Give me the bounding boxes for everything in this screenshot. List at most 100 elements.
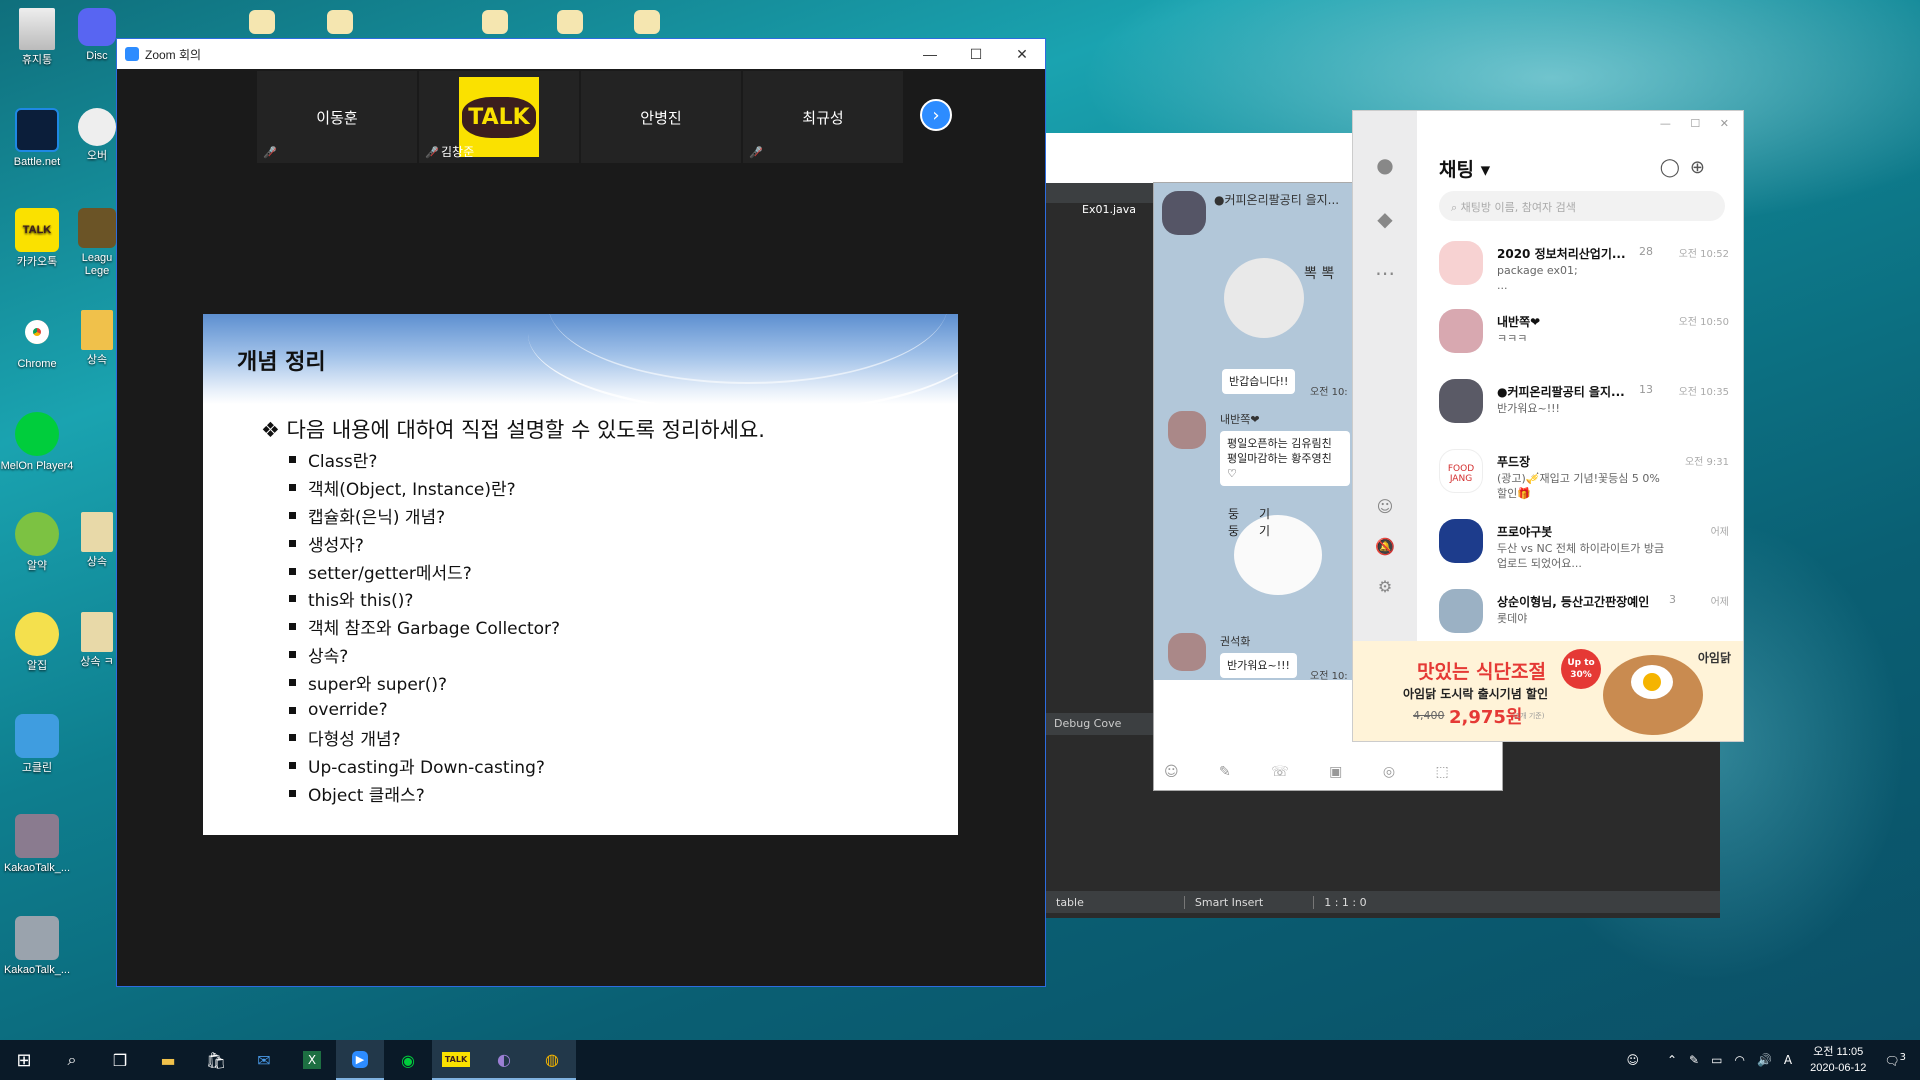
kakao-window-controls[interactable]: — ☐ ✕ xyxy=(1660,117,1737,130)
more-icon[interactable]: ⋯ xyxy=(1372,261,1398,287)
notification-icon: 🗨 xyxy=(1884,1054,1900,1068)
file-icon xyxy=(81,612,113,652)
chat-time: 오전 10:52 xyxy=(1678,249,1729,260)
slide-item: Class란? xyxy=(289,446,560,474)
participant-name: 이동훈 xyxy=(316,108,358,127)
start-button[interactable]: ⊞ xyxy=(0,1040,48,1080)
desktop-file-3[interactable] xyxy=(480,10,510,38)
taskbar-eclipse[interactable]: ◐ xyxy=(480,1040,528,1080)
search-button[interactable]: ⌕ xyxy=(48,1040,96,1080)
chevron-right-icon: › xyxy=(932,104,940,126)
next-page-button[interactable]: › xyxy=(920,99,952,131)
desktop-file-1[interactable] xyxy=(247,10,277,38)
clock[interactable]: 오전 11:05 2020-06-12 xyxy=(1798,1044,1878,1076)
wifi-icon[interactable]: ◠ xyxy=(1728,1053,1750,1067)
taskbar-mail[interactable]: ✉ xyxy=(240,1040,288,1080)
close-button[interactable]: ✕ xyxy=(999,46,1045,63)
chat-list-item[interactable]: 2020 정보처리산업기... 28 오전 10:52 package ex01… xyxy=(1439,241,1729,311)
chat-icon[interactable]: ◆ xyxy=(1372,207,1398,233)
search-icon: ⌕ xyxy=(67,1050,77,1069)
chevron-up-icon[interactable]: ⌃ xyxy=(1661,1053,1683,1067)
image-file-icon xyxy=(15,916,59,960)
message-bubble: 평일오픈하는 김유림친 평일마감하는 황주영친 ♡ xyxy=(1220,431,1350,486)
taskbar-store[interactable]: 🛍 xyxy=(192,1040,240,1080)
taskbar-excel[interactable]: X xyxy=(288,1040,336,1080)
chat-list-item[interactable]: 내반쪽❤ 오전 10:50 ㅋㅋㅋ xyxy=(1439,309,1729,379)
chat-list-item[interactable]: 프로야구봇 어제 두산 vs NC 전체 하이라이트가 방금 업로드 되었어요.… xyxy=(1439,519,1729,589)
taskbar-chrome[interactable]: ◍ xyxy=(528,1040,576,1080)
desktop-icon-chrome[interactable]: Chrome xyxy=(0,310,77,371)
chat-list-item[interactable]: FOOD JANG 푸드장 오전 9:31 (광고)🎺재입고 기념!꽃등심 5 … xyxy=(1439,449,1729,519)
taskbar-kakaotalk[interactable]: TALK xyxy=(432,1040,480,1080)
ad-subtitle: 아임닭 도시락 출시기념 할인 xyxy=(1403,687,1549,701)
slide-item: super와 super()? xyxy=(289,668,560,696)
desktop-icon-file-2[interactable]: 상속 ㅋ xyxy=(72,612,122,669)
open-chat-icon[interactable]: ◯ xyxy=(1660,157,1690,178)
tray-app-icon[interactable]: ✎ xyxy=(1683,1053,1705,1067)
desktop-icon-goclean[interactable]: 고클린 xyxy=(0,714,77,775)
desktop-icon-discord[interactable]: Disc xyxy=(72,8,122,63)
volume-icon[interactable]: 🔊 xyxy=(1751,1053,1778,1067)
message-bubble: 반가워요~!!! xyxy=(1220,653,1297,678)
battery-icon[interactable]: ▭ xyxy=(1705,1053,1728,1067)
ime-indicator[interactable]: A xyxy=(1778,1053,1798,1067)
desktop-icon-alzip[interactable]: 알집 xyxy=(0,612,77,673)
desktop-icon-kakaotalk-image-2[interactable]: KakaoTalk_... xyxy=(0,916,77,977)
settings-icon[interactable]: ⚙ xyxy=(1372,577,1398,603)
ad-banner[interactable]: 맛있는 식단조절 아임닭 도시락 출시기념 할인 4,400 2,975원 (1… xyxy=(1353,641,1743,741)
chat-member-count: 13 xyxy=(1639,383,1653,396)
alyac-icon xyxy=(15,512,59,556)
melon-icon xyxy=(15,412,59,456)
eclipse-editor-tab[interactable]: Ex01.java xyxy=(1082,203,1136,216)
chat-member-count: 28 xyxy=(1639,245,1653,258)
minimize-button[interactable]: — xyxy=(907,46,953,63)
participant-tile[interactable]: 이동훈 🎤̸ xyxy=(257,71,417,163)
overwatch-icon xyxy=(78,108,116,146)
chat-input-toolbar[interactable]: ☺ ✎ ☏ ▣ ◎ ⬚ xyxy=(1164,764,1467,780)
participant-tile[interactable]: TALK 🎤̸ 김창준 xyxy=(419,71,579,163)
sender-name: 내반쪽❤ xyxy=(1220,413,1260,426)
notification-off-icon[interactable]: 🔕 xyxy=(1372,537,1398,563)
desktop-icon-kakaotalk[interactable]: TALK 카카오톡 xyxy=(0,208,77,269)
notification-button[interactable]: 🗨3 xyxy=(1878,1052,1920,1068)
task-view-button[interactable]: ❒ xyxy=(96,1040,144,1080)
friends-icon[interactable]: ● xyxy=(1372,153,1398,179)
desktop-file-2[interactable] xyxy=(325,10,355,38)
desktop-icon-battlenet[interactable]: Battle.net xyxy=(0,108,77,169)
sender-name: 권석화 xyxy=(1220,635,1251,648)
slide-lead: ❖ 다음 내용에 대하여 직접 설명할 수 있도록 정리하세요. xyxy=(261,418,765,442)
participant-tile[interactable]: 안병진 xyxy=(581,71,741,163)
kakaotalk-window[interactable]: ● ◆ ⋯ ☺ 🔕 ⚙ — ☐ ✕ 채팅 ▾ ◯⊕ ⌕ 채팅방 이름, 참여자 … xyxy=(1352,110,1744,742)
file-icon xyxy=(81,512,113,552)
message-bubble: 반갑습니다!! xyxy=(1222,369,1296,394)
emoticon-icon[interactable]: ☺ xyxy=(1372,497,1398,523)
participant-strip: 이동훈 🎤̸ TALK 🎤̸ 김창준 안병진 최규성 🎤̸ xyxy=(257,71,903,163)
desktop-icon-melon[interactable]: MelOn Player4 xyxy=(0,412,77,473)
desktop-icon-alyac[interactable]: 알약 xyxy=(0,512,77,573)
desktop-icon-overwatch[interactable]: 오버 xyxy=(72,108,122,163)
participant-tile[interactable]: 최규성 🎤̸ xyxy=(743,71,903,163)
maximize-button[interactable]: ☐ xyxy=(953,46,999,63)
chat-header-icons[interactable]: ◯⊕ xyxy=(1660,157,1715,178)
slide-item: 객체(Object, Instance)란? xyxy=(289,474,560,502)
desktop-file-5[interactable] xyxy=(632,10,662,38)
desktop-icon-kakaotalk-image-1[interactable]: KakaoTalk_... xyxy=(0,814,77,875)
chat-search-input[interactable]: ⌕ 채팅방 이름, 참여자 검색 xyxy=(1439,191,1725,221)
taskbar-melon[interactable]: ◉ xyxy=(384,1040,432,1080)
zoom-window[interactable]: Zoom 회의 — ☐ ✕ 이동훈 🎤̸ TALK 🎤̸ 김창준 안병진 최규성… xyxy=(116,38,1046,987)
desktop-icon-folder[interactable]: 상속 xyxy=(72,310,122,367)
desktop-icon-file[interactable]: 상속 xyxy=(72,512,122,569)
new-chat-icon[interactable]: ⊕ xyxy=(1690,157,1715,178)
desktop-icon-recycle-bin[interactable]: 휴지통 xyxy=(0,8,77,67)
chat-list-item[interactable]: ●커피온리팔공티 을지... 13 오전 10:35 반가워요~!!! xyxy=(1439,379,1729,449)
taskbar-zoom[interactable]: ▶ xyxy=(336,1040,384,1080)
chat-list-title[interactable]: 채팅 ▾ xyxy=(1439,155,1490,182)
chat-avatar xyxy=(1439,519,1483,563)
file-icon xyxy=(327,10,353,34)
taskbar-file-explorer[interactable]: ▬ xyxy=(144,1040,192,1080)
desktop-file-4[interactable] xyxy=(555,10,585,38)
status-mode: table xyxy=(1056,895,1084,909)
desktop-icon-league[interactable]: Leagu Lege xyxy=(72,208,122,278)
people-icon[interactable]: ☺ xyxy=(1620,1053,1645,1067)
status-position: 1 : 1 : 0 xyxy=(1313,895,1376,909)
